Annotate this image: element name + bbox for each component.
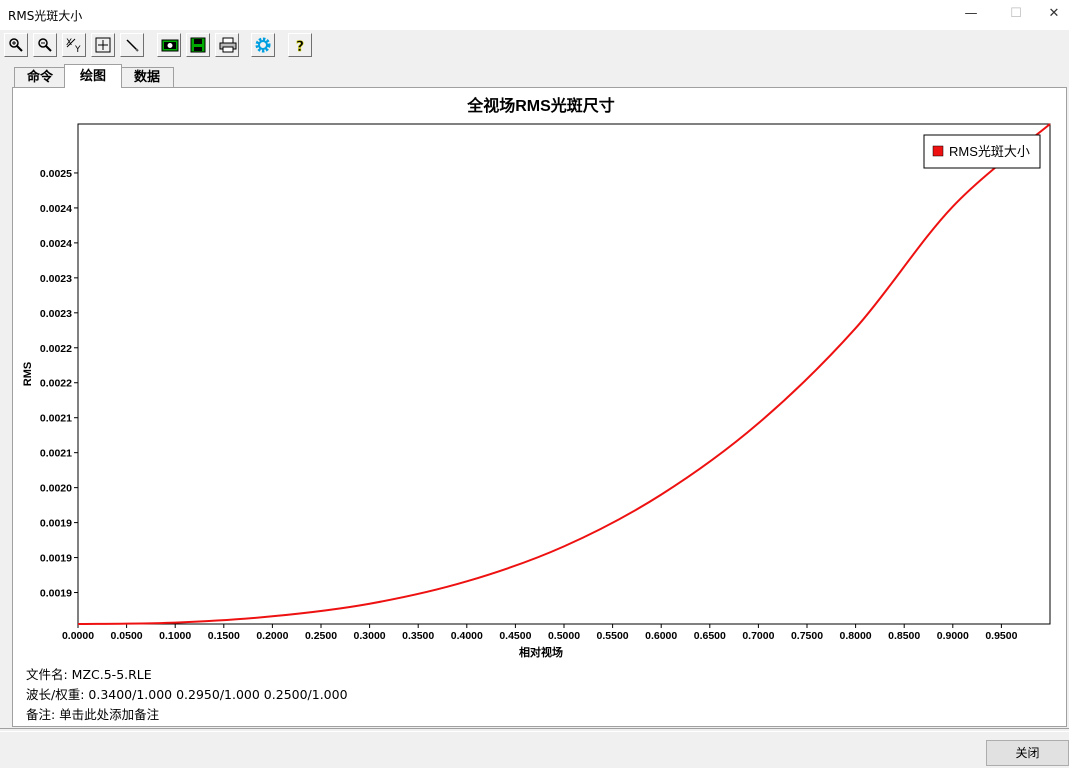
x-tick-label: 0.7000 <box>742 630 774 642</box>
wavelength-text: 波长/权重: 0.3400/1.000 0.2950/1.000 0.2500/… <box>26 687 348 702</box>
legend-swatch <box>932 145 944 157</box>
x-tick-label: 0.0000 <box>62 630 94 642</box>
y-tick-label: 0.0023 <box>40 273 72 285</box>
divider <box>0 728 1069 732</box>
y-axis-label: RMS <box>22 362 34 386</box>
x-tick-label: 0.9000 <box>937 630 969 642</box>
x-tick-label: 0.8000 <box>840 630 872 642</box>
x-tick-label: 0.7500 <box>791 630 823 642</box>
plot-area <box>77 123 1051 625</box>
y-tick-label: 0.0019 <box>40 518 72 530</box>
chart-title: 全视场RMS光斑尺寸 <box>466 96 615 115</box>
x-tick-label: 0.2000 <box>256 630 288 642</box>
x-tick-label: 0.5000 <box>548 630 580 642</box>
legend-label: RMS光斑大小 <box>949 144 1030 159</box>
legend: RMS光斑大小 <box>923 134 1041 169</box>
rms-chart: 全视场RMS光斑尺寸 0.0019 0.0019 0.0019 0.0020 0.002… <box>22 96 1051 659</box>
note-text[interactable]: 备注: 单击此处添加备注 <box>26 704 159 723</box>
y-tick-label: 0.0024 <box>40 203 72 215</box>
y-tick-label: 0.0023 <box>40 308 72 320</box>
tab-plot[interactable]: 绘图 <box>64 64 122 88</box>
close-button[interactable]: 关闭 <box>986 740 1069 766</box>
y-tick-label: 0.0021 <box>40 413 72 425</box>
y-tick-label: 0.0019 <box>40 588 72 600</box>
x-tick-label: 0.9500 <box>985 630 1017 642</box>
y-tick-label: 0.0025 <box>40 168 72 180</box>
x-tick-label: 0.4500 <box>499 630 531 642</box>
x-tick-label: 0.1500 <box>208 630 240 642</box>
y-tick-label: 0.0021 <box>40 448 72 460</box>
y-tick-label: 0.0020 <box>40 483 72 495</box>
x-tick-label: 0.5500 <box>597 630 629 642</box>
x-axis-label: 相对视场 <box>519 645 563 659</box>
x-tick-label: 0.4000 <box>451 630 483 642</box>
x-tick-label: 0.0500 <box>111 630 143 642</box>
x-tick-label: 0.1000 <box>159 630 191 642</box>
x-tick-label: 0.3000 <box>354 630 386 642</box>
x-tick-label: 0.2500 <box>305 630 337 642</box>
y-tick-label: 0.0022 <box>40 343 72 355</box>
filename-text: 文件名: MZC.5-5.RLE <box>26 667 152 682</box>
y-tick-label: 0.0024 <box>40 238 72 250</box>
y-tick-label: 0.0022 <box>40 378 72 390</box>
x-tick-label: 0.3500 <box>402 630 434 642</box>
x-tick-label: 0.6500 <box>694 630 726 642</box>
x-tick-label: 0.6000 <box>645 630 677 642</box>
y-tick-label: 0.0019 <box>40 553 72 565</box>
x-tick-label: 0.8500 <box>888 630 920 642</box>
